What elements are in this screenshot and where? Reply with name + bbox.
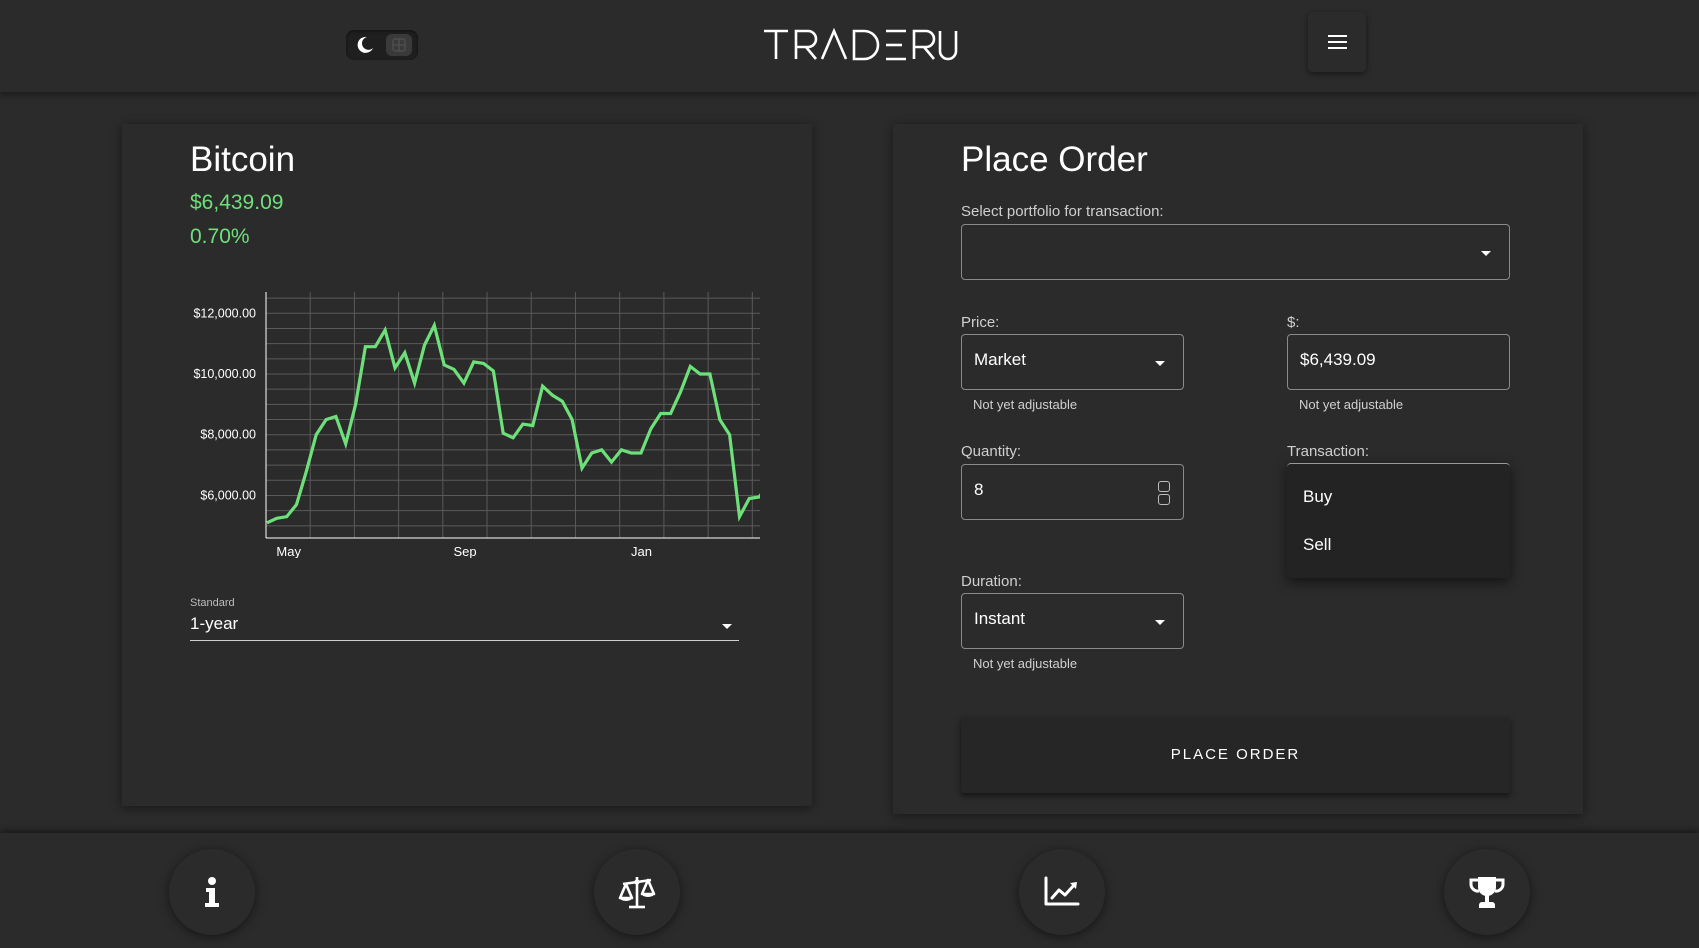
period-label: Standard [190, 597, 235, 609]
amount-field[interactable]: $6,439.09 [1287, 334, 1510, 390]
order-title: Place Order [961, 140, 1148, 179]
duration-helper: Not yet adjustable [973, 656, 1078, 671]
caret-down-icon [1155, 361, 1165, 366]
asset-change: 0.70% [190, 225, 250, 248]
trophy-icon [1469, 877, 1505, 908]
moon-icon [357, 36, 373, 53]
nav-chart-button[interactable] [1019, 849, 1105, 935]
place-order-label: PLACE ORDER [1170, 746, 1301, 763]
grid-icon [392, 38, 406, 52]
theme-toggle[interactable] [346, 30, 418, 60]
amount-label: $: [1287, 314, 1300, 331]
caret-down-icon [722, 624, 732, 629]
traderu-logo[interactable] [762, 25, 962, 65]
x-tick-label: May [276, 544, 301, 558]
x-tick-label: Sep [454, 544, 477, 558]
menu-button[interactable] [1308, 12, 1366, 72]
period-select[interactable]: 1-year [190, 612, 739, 641]
y-tick-label: $8,000.00 [200, 428, 256, 442]
x-tick-label: Jan [631, 544, 652, 558]
y-tick-label: $12,000.00 [193, 306, 256, 320]
info-icon [205, 877, 219, 907]
quantity-value: 8 [974, 480, 984, 499]
price-chart: $12,000.00 $10,000.00 $8,000.00 $6,000.00 Ma… [193, 292, 760, 558]
duration-select[interactable]: Instant [961, 593, 1184, 649]
y-tick-label: $10,000.00 [193, 367, 256, 381]
nav-compare-button[interactable] [594, 849, 680, 935]
top-bar [0, 0, 1699, 92]
price-label: Price: [961, 314, 1000, 331]
caret-down-icon [1481, 251, 1491, 256]
price-line [266, 320, 760, 525]
quantity-stepper[interactable]: 8 [961, 464, 1184, 520]
duration-label: Duration: [961, 573, 1022, 590]
asset-price: $6,439.09 [190, 191, 284, 214]
nav-info-button[interactable] [169, 849, 255, 935]
asset-name: Bitcoin [190, 140, 296, 179]
transaction-option-buy[interactable]: Buy [1303, 487, 1332, 507]
place-order-button[interactable]: PLACE ORDER [961, 717, 1510, 793]
price-value: Market [974, 350, 1026, 369]
portfolio-label: Select portfolio for transaction: [961, 203, 1164, 220]
duration-value: Instant [974, 609, 1026, 628]
transaction-label: Transaction: [1287, 443, 1369, 460]
transaction-menu: Buy Sell [1287, 463, 1510, 578]
y-tick-label: $6,000.00 [200, 488, 256, 502]
stepper-arrows-icon[interactable] [1158, 481, 1172, 507]
quantity-label: Quantity: [961, 443, 1022, 460]
bottom-nav [0, 833, 1699, 948]
transaction-option-sell[interactable]: Sell [1303, 535, 1331, 555]
toggle-knob[interactable] [386, 34, 412, 56]
caret-down-icon [1155, 620, 1165, 625]
nav-leaderboard-button[interactable] [1444, 849, 1530, 935]
chart-line-icon [1044, 876, 1080, 906]
period-value: 1-year [190, 614, 239, 633]
amount-value: $6,439.09 [1300, 350, 1376, 369]
price-helper: Not yet adjustable [973, 397, 1078, 412]
price-select[interactable]: Market [961, 334, 1184, 390]
scales-icon [618, 877, 656, 909]
hamburger-icon [1328, 35, 1347, 37]
amount-helper: Not yet adjustable [1299, 397, 1404, 412]
portfolio-select[interactable] [961, 224, 1510, 280]
